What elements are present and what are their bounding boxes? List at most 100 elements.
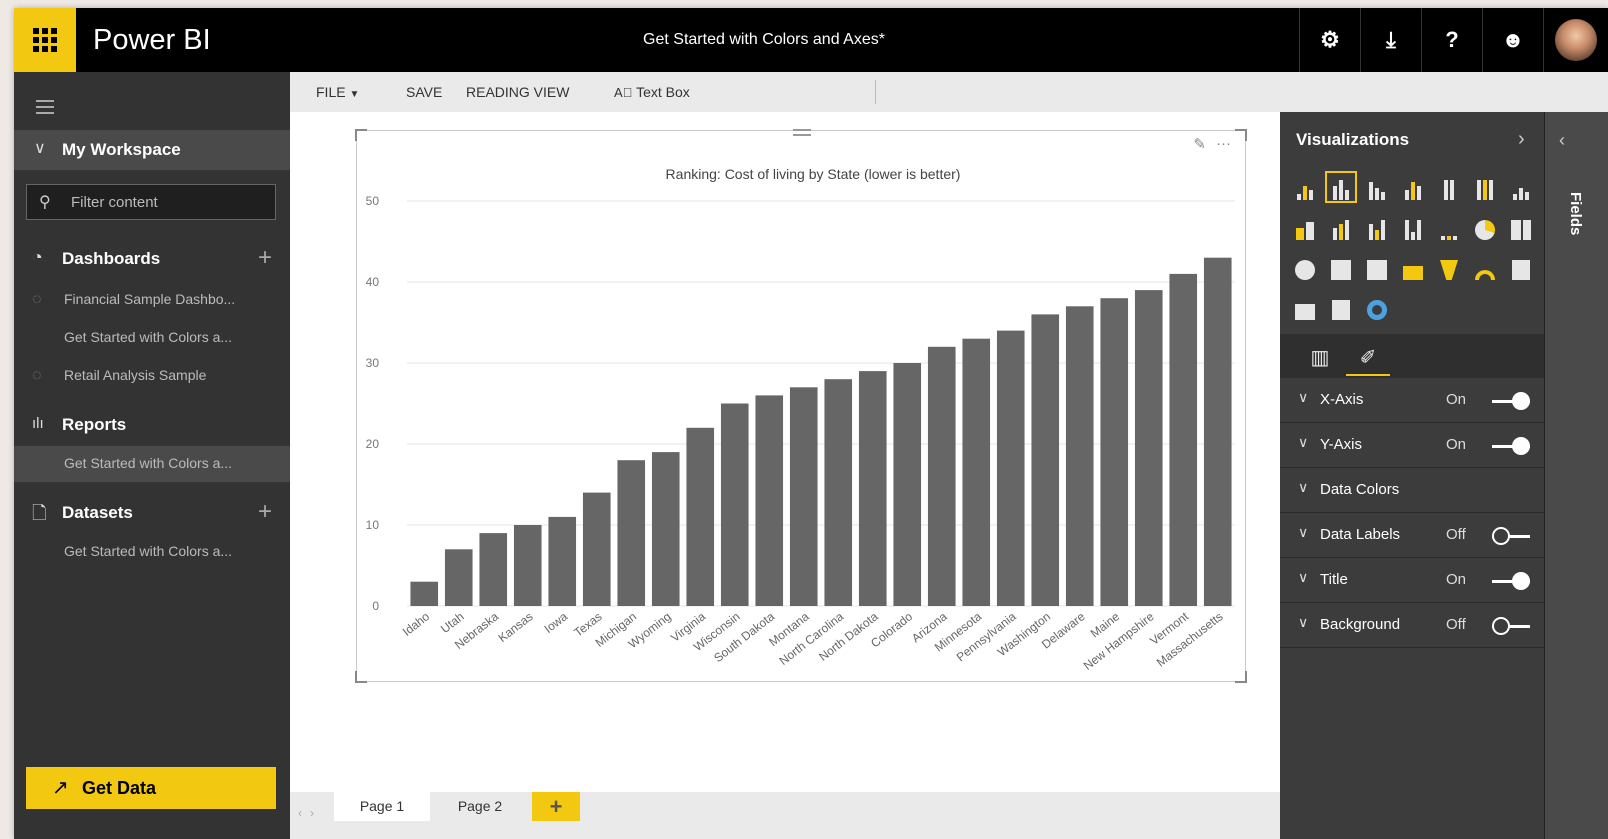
- format-row-data-labels[interactable]: ∨ Data Labels Off: [1280, 513, 1544, 558]
- pin-icon[interactable]: ✎: [1193, 135, 1206, 153]
- add-page-button[interactable]: +: [532, 792, 580, 821]
- file-menu-button[interactable]: FILE ▼: [316, 84, 359, 100]
- donut-chart-icon[interactable]: [1364, 294, 1390, 320]
- reports-label: Reports: [62, 415, 127, 434]
- bar: [410, 581, 439, 606]
- gauge-icon[interactable]: [1472, 254, 1498, 280]
- more-options-icon[interactable]: ···: [1216, 135, 1231, 153]
- scatter-chart-icon[interactable]: [1436, 214, 1462, 240]
- workspace-header[interactable]: ∨ My Workspace: [14, 130, 290, 170]
- title-toggle[interactable]: [1492, 572, 1530, 590]
- stacked-column-icon[interactable]: [1325, 171, 1357, 203]
- bar: [927, 346, 956, 606]
- map-icon[interactable]: [1292, 254, 1318, 280]
- bar: [1169, 273, 1198, 606]
- table-icon[interactable]: [1328, 254, 1354, 280]
- multi-row-card-icon[interactable]: [1508, 254, 1534, 280]
- format-tab-paint-roller-icon[interactable]: ✐: [1346, 340, 1390, 376]
- clustered-bar-icon[interactable]: [1364, 174, 1390, 200]
- download-icon[interactable]: ⤓: [1360, 8, 1421, 72]
- filter-content-input[interactable]: [69, 193, 273, 212]
- funnel-icon[interactable]: [1436, 254, 1462, 280]
- fields-pane-collapsed[interactable]: ‹ Fields: [1544, 112, 1608, 839]
- format-row-label: Data Labels: [1320, 526, 1401, 543]
- filter-content-field[interactable]: ⚲: [26, 184, 276, 220]
- treemap-icon[interactable]: [1508, 214, 1534, 240]
- dashboard-item[interactable]: Get Started with Colors a...: [14, 320, 290, 356]
- column-chart-visual[interactable]: Ranking: Cost of living by State (lower …: [355, 129, 1247, 683]
- nav-section-dashboards[interactable]: ◔ Dashboards +: [14, 244, 290, 274]
- x-axis-toggle[interactable]: [1492, 392, 1530, 410]
- save-button[interactable]: SAVE: [406, 84, 442, 100]
- format-row-data-colors[interactable]: ∨ Data Colors: [1280, 468, 1544, 513]
- filled-map-icon[interactable]: [1400, 254, 1426, 280]
- nav-section-reports[interactable]: ılı Reports: [14, 410, 290, 440]
- bar: [962, 338, 991, 606]
- background-toggle[interactable]: [1492, 617, 1530, 635]
- ribbon-chart-icon[interactable]: [1400, 214, 1426, 240]
- page-tab-2[interactable]: Page 2: [432, 792, 528, 821]
- page-scroll-arrows[interactable]: ‹›: [298, 806, 322, 820]
- full-stacked-bar-icon[interactable]: [1436, 174, 1462, 200]
- dataset-item[interactable]: Get Started with Colors a...: [14, 534, 290, 570]
- report-item[interactable]: Get Started with Colors a...: [14, 446, 290, 482]
- report-toolbar: FILE ▼ SAVE READING VIEW A⃞ Text Box: [290, 72, 1608, 113]
- fields-tab-bar-chart-icon[interactable]: ▥: [1298, 340, 1342, 374]
- card-icon[interactable]: [1292, 294, 1318, 320]
- area-chart-icon[interactable]: [1292, 214, 1318, 240]
- y-axis-toggle[interactable]: [1492, 437, 1530, 455]
- bar: [1031, 314, 1060, 606]
- chevron-left-icon[interactable]: ‹: [1559, 130, 1565, 151]
- gear-icon[interactable]: ⚙: [1299, 8, 1360, 72]
- arrow-up-right-icon: ↗: [52, 777, 69, 799]
- nav-section-datasets[interactable]: 🗋 Datasets +: [14, 498, 290, 528]
- text-box-button[interactable]: A⃞ Text Box: [614, 84, 690, 100]
- add-dataset-icon[interactable]: +: [258, 498, 272, 526]
- document-icon: 🗋: [32, 503, 47, 523]
- page-tab-1[interactable]: Page 1: [334, 792, 430, 821]
- full-stacked-column-icon[interactable]: [1472, 174, 1498, 200]
- visual-actions: ✎ ···: [1193, 135, 1231, 153]
- reading-view-button[interactable]: READING VIEW: [466, 84, 569, 100]
- clustered-column-icon[interactable]: [1400, 174, 1426, 200]
- line-and-column-icon[interactable]: [1364, 214, 1390, 240]
- format-row-label: Data Colors: [1320, 481, 1400, 498]
- dashboard-item[interactable]: ◌ Financial Sample Dashbo...: [14, 282, 290, 318]
- format-row-x-axis[interactable]: ∨ X-Axis On: [1280, 378, 1544, 423]
- x-tick-label: Kansas: [495, 609, 535, 645]
- bar-chart-icon: ılı: [32, 415, 44, 432]
- text-box-label: Text Box: [636, 84, 690, 100]
- dashboards-label: Dashboards: [62, 249, 161, 268]
- format-row-state: On: [1446, 391, 1467, 408]
- slicer-icon[interactable]: [1328, 294, 1354, 320]
- help-icon[interactable]: ?: [1421, 8, 1482, 72]
- y-tick-label: 0: [372, 599, 379, 613]
- hamburger-icon[interactable]: [36, 100, 54, 118]
- brand-name: Power BI: [93, 24, 211, 56]
- y-tick-label: 50: [366, 194, 380, 208]
- file-label: FILE: [316, 84, 346, 100]
- data-labels-toggle[interactable]: [1492, 527, 1530, 545]
- shared-dashboard-icon: ◌: [32, 367, 42, 384]
- dashboard-item[interactable]: ◌ Retail Analysis Sample: [14, 358, 290, 394]
- dashboard-item-label: Financial Sample Dashbo...: [64, 291, 236, 307]
- pie-chart-icon[interactable]: [1472, 214, 1498, 240]
- stacked-area-icon[interactable]: [1328, 214, 1354, 240]
- chevron-right-icon[interactable]: ›: [1518, 128, 1525, 151]
- format-row-background[interactable]: ∨ Background Off: [1280, 603, 1544, 648]
- add-dashboard-icon[interactable]: +: [258, 244, 272, 272]
- waffle-icon: [33, 28, 57, 52]
- format-row-y-axis[interactable]: ∨ Y-Axis On: [1280, 423, 1544, 468]
- app-launcher-button[interactable]: [14, 8, 76, 72]
- matrix-icon[interactable]: [1364, 254, 1390, 280]
- stacked-bar-icon[interactable]: [1292, 174, 1318, 200]
- line-chart-icon[interactable]: [1508, 174, 1534, 200]
- workspace-label: My Workspace: [62, 140, 181, 159]
- smiley-icon[interactable]: ☻: [1482, 8, 1543, 72]
- page-tab-bar: ‹› Page 1 Page 2 +: [290, 792, 1280, 839]
- chevron-down-icon: ∨: [1298, 614, 1309, 630]
- get-data-button[interactable]: ↗ Get Data: [26, 767, 276, 809]
- user-avatar-button[interactable]: [1543, 8, 1608, 72]
- format-row-state: On: [1446, 571, 1467, 588]
- format-row-title[interactable]: ∨ Title On: [1280, 558, 1544, 603]
